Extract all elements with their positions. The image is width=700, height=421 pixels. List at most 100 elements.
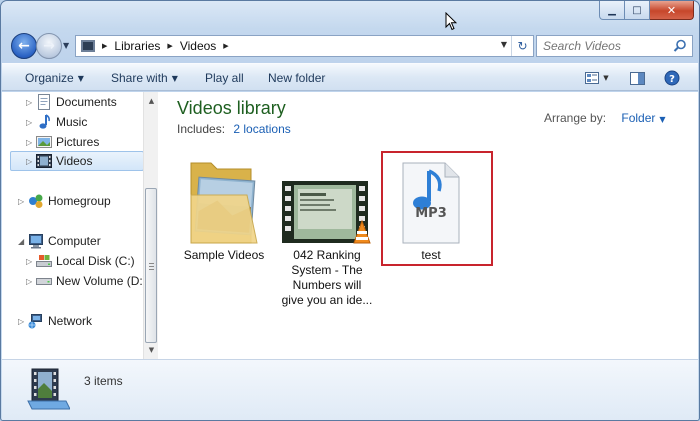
chevron-down-icon: ▼ <box>77 74 84 83</box>
play-all-button[interactable]: Play all <box>205 71 244 85</box>
video-thumbnail-icon <box>282 181 371 244</box>
breadcrumb-separator[interactable]: ▶ <box>167 42 172 50</box>
nav-item-label: Local Disk (C:) <box>56 254 135 268</box>
details-pane: 3 items <box>2 359 698 420</box>
chevron-down-icon[interactable]: ▼ <box>659 115 665 124</box>
scroll-thumb[interactable] <box>145 188 157 343</box>
caption-buttons: ▁ □ ✕ <box>599 1 694 20</box>
nav-item-label: Music <box>56 115 88 129</box>
nav-item-new-volume-d[interactable]: ▷ New Volume (D:) <box>26 271 147 291</box>
address-dropdown-icon[interactable]: ▼ <box>501 40 507 49</box>
nav-item-music[interactable]: ▷ Music <box>26 112 87 132</box>
videos-library-icon <box>81 40 95 52</box>
organize-label: Organize <box>25 71 74 85</box>
expand-arrow-icon[interactable]: ▷ <box>26 257 36 266</box>
collapse-arrow-icon[interactable]: ◢ <box>18 237 28 246</box>
help-icon: ? <box>664 70 680 86</box>
chevron-down-icon: ▼ <box>603 74 609 82</box>
expand-arrow-icon[interactable]: ▷ <box>26 118 36 127</box>
expand-arrow-icon[interactable]: ▷ <box>26 157 36 166</box>
preview-pane-button[interactable] <box>627 69 647 87</box>
folder-icon <box>190 162 258 244</box>
maximize-button[interactable]: □ <box>625 1 650 20</box>
computer-icon <box>28 233 44 249</box>
forward-button[interactable]: → <box>36 33 62 59</box>
search-box[interactable] <box>536 35 693 57</box>
file-name-line: 042 Ranking <box>293 248 361 262</box>
file-name: Sample Videos <box>183 248 265 262</box>
address-bar[interactable]: ▶ Libraries ▶ Videos ▶ ▼ ↻ <box>75 35 534 57</box>
grip-icon <box>149 263 154 270</box>
organize-button[interactable]: Organize ▼ <box>25 71 84 85</box>
breadcrumb-separator[interactable]: ▶ <box>102 42 107 50</box>
refresh-button[interactable]: ↻ <box>511 36 533 56</box>
documents-icon <box>36 94 52 110</box>
expand-arrow-icon[interactable]: ▷ <box>26 98 36 107</box>
nav-item-documents[interactable]: ▷ Documents <box>26 92 117 112</box>
command-bar: Organize ▼ Share with ▼ Play all New folde… <box>2 63 698 91</box>
file-item-video[interactable]: 042 Ranking System - The Numbers will gi… <box>272 150 382 308</box>
back-button[interactable]: ← <box>11 33 37 59</box>
refresh-icon: ↻ <box>517 39 528 53</box>
videos-icon <box>36 153 52 169</box>
help-button[interactable]: ? <box>663 69 681 87</box>
arrange-by: Arrange by: Folder ▼ <box>544 111 666 125</box>
includes-label: Includes: <box>177 122 226 136</box>
nav-item-network[interactable]: ▷ Network <box>18 311 92 331</box>
item-count: 3 items <box>84 374 123 388</box>
nav-item-label: Network <box>48 314 93 328</box>
navigation-scrollbar[interactable]: ▲ ▼ <box>143 92 158 359</box>
file-name: 042 Ranking System - The Numbers will gi… <box>272 248 382 308</box>
breadcrumb-separator[interactable]: ▶ <box>223 42 228 50</box>
nav-item-label: Documents <box>56 95 117 109</box>
nav-item-local-disk-c[interactable]: ▷ Local Disk (C:) <box>26 251 135 271</box>
expand-arrow-icon[interactable]: ▷ <box>26 138 36 147</box>
nav-item-homegroup[interactable]: ▷ Homegroup <box>18 191 111 211</box>
close-button[interactable]: ✕ <box>650 1 694 20</box>
scroll-down-icon[interactable]: ▼ <box>144 343 159 357</box>
navigation-pane: ▷ Documents ▷ Music ▷ Pictures ▷ Videos … <box>2 92 158 359</box>
views-icon <box>585 72 600 84</box>
search-input[interactable] <box>543 39 673 53</box>
expand-arrow-icon[interactable]: ▷ <box>18 317 28 326</box>
scroll-up-icon[interactable]: ▲ <box>144 94 159 108</box>
share-with-button[interactable]: Share with ▼ <box>111 71 178 85</box>
file-item-sample-videos[interactable]: Sample Videos <box>169 150 279 263</box>
selection-highlight <box>381 151 493 266</box>
nav-item-label: Homegroup <box>48 194 111 208</box>
recent-pages-button[interactable]: ▼ <box>63 41 69 50</box>
preview-pane-icon <box>629 71 645 85</box>
nav-item-pictures[interactable]: ▷ Pictures <box>26 132 99 152</box>
pictures-icon <box>36 134 52 150</box>
arrange-by-dropdown[interactable]: Folder <box>621 111 655 125</box>
network-icon <box>28 313 44 329</box>
locations-link[interactable]: 2 locations <box>233 122 290 136</box>
breadcrumb-videos[interactable]: Videos <box>180 39 216 53</box>
change-view-button[interactable]: ▼ <box>580 69 614 87</box>
breadcrumb-libraries[interactable]: Libraries <box>114 39 160 53</box>
videos-library-icon <box>27 368 70 410</box>
nav-item-label: Pictures <box>56 135 100 149</box>
content-frame: ▷ Documents ▷ Music ▷ Pictures ▷ Videos … <box>2 92 698 359</box>
nav-item-label: Computer <box>48 234 101 248</box>
file-name-line: give you an ide... <box>281 293 373 307</box>
library-title: Videos library <box>177 98 286 118</box>
explorer-window: ▁ □ ✕ ← → ▼ ▶ Libraries ▶ Videos ▶ ▼ ↻ O… <box>0 0 700 421</box>
expand-arrow-icon[interactable]: ▷ <box>26 277 36 286</box>
local-disk-icon <box>36 253 52 269</box>
nav-item-videos[interactable]: ▷ Videos <box>10 151 144 171</box>
forward-arrow-icon: → <box>43 38 55 54</box>
nav-item-computer[interactable]: ◢ Computer <box>18 231 101 251</box>
chevron-down-icon: ▼ <box>171 74 178 83</box>
search-icon[interactable] <box>673 39 687 53</box>
new-folder-button[interactable]: New folder <box>268 71 325 85</box>
svg-text:?: ? <box>669 74 675 85</box>
navigation-bar: ← → ▼ ▶ Libraries ▶ Videos ▶ ▼ ↻ <box>9 31 693 59</box>
back-arrow-icon: ← <box>18 38 30 54</box>
minimize-button[interactable]: ▁ <box>599 1 625 20</box>
expand-arrow-icon[interactable]: ▷ <box>18 197 28 206</box>
drive-icon <box>36 273 52 289</box>
share-with-label: Share with <box>111 71 168 85</box>
file-name-line: Numbers will <box>292 278 362 292</box>
arrange-label: Arrange by: <box>544 111 607 125</box>
